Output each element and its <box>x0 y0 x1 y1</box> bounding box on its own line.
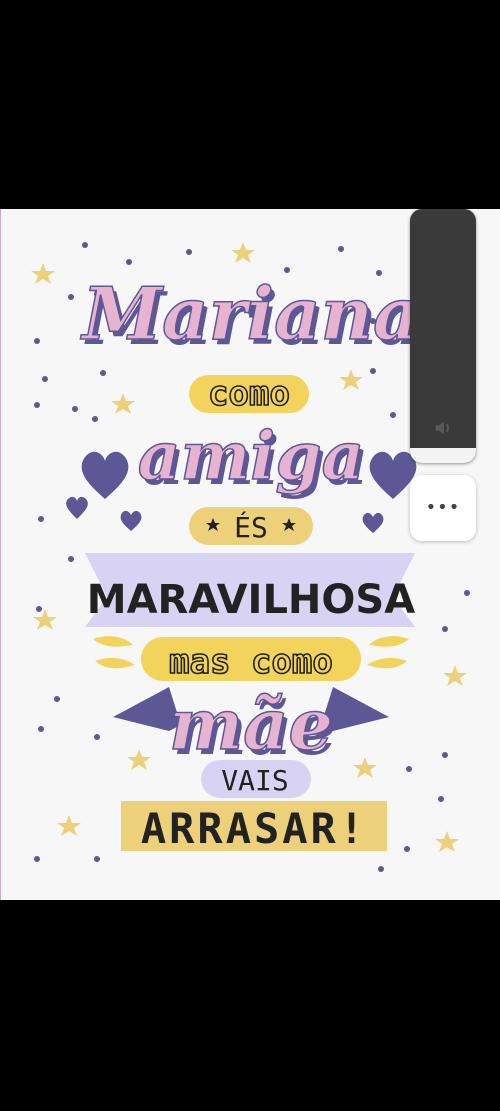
amiga-text: amiga <box>138 417 365 495</box>
bottom-black-bar <box>0 900 500 1111</box>
volume-level-fill <box>410 448 476 463</box>
maravilhosa-text: MARAVILHOSA <box>87 577 415 623</box>
arrasar-text: ARRASAR! <box>141 804 367 853</box>
vais-text: VAIS <box>221 764 288 797</box>
mas-como-text: mas como <box>169 642 333 682</box>
como-text: como <box>208 374 290 414</box>
mae-text: mãe <box>169 683 333 766</box>
title-name: Mariana <box>79 271 419 356</box>
es-text: ÉS <box>234 510 268 544</box>
more-options-button[interactable]: ••• <box>410 475 476 541</box>
volume-slider[interactable] <box>410 209 476 463</box>
top-black-bar <box>0 0 500 209</box>
more-options-icon: ••• <box>425 497 461 518</box>
speaker-icon[interactable] <box>432 417 454 439</box>
